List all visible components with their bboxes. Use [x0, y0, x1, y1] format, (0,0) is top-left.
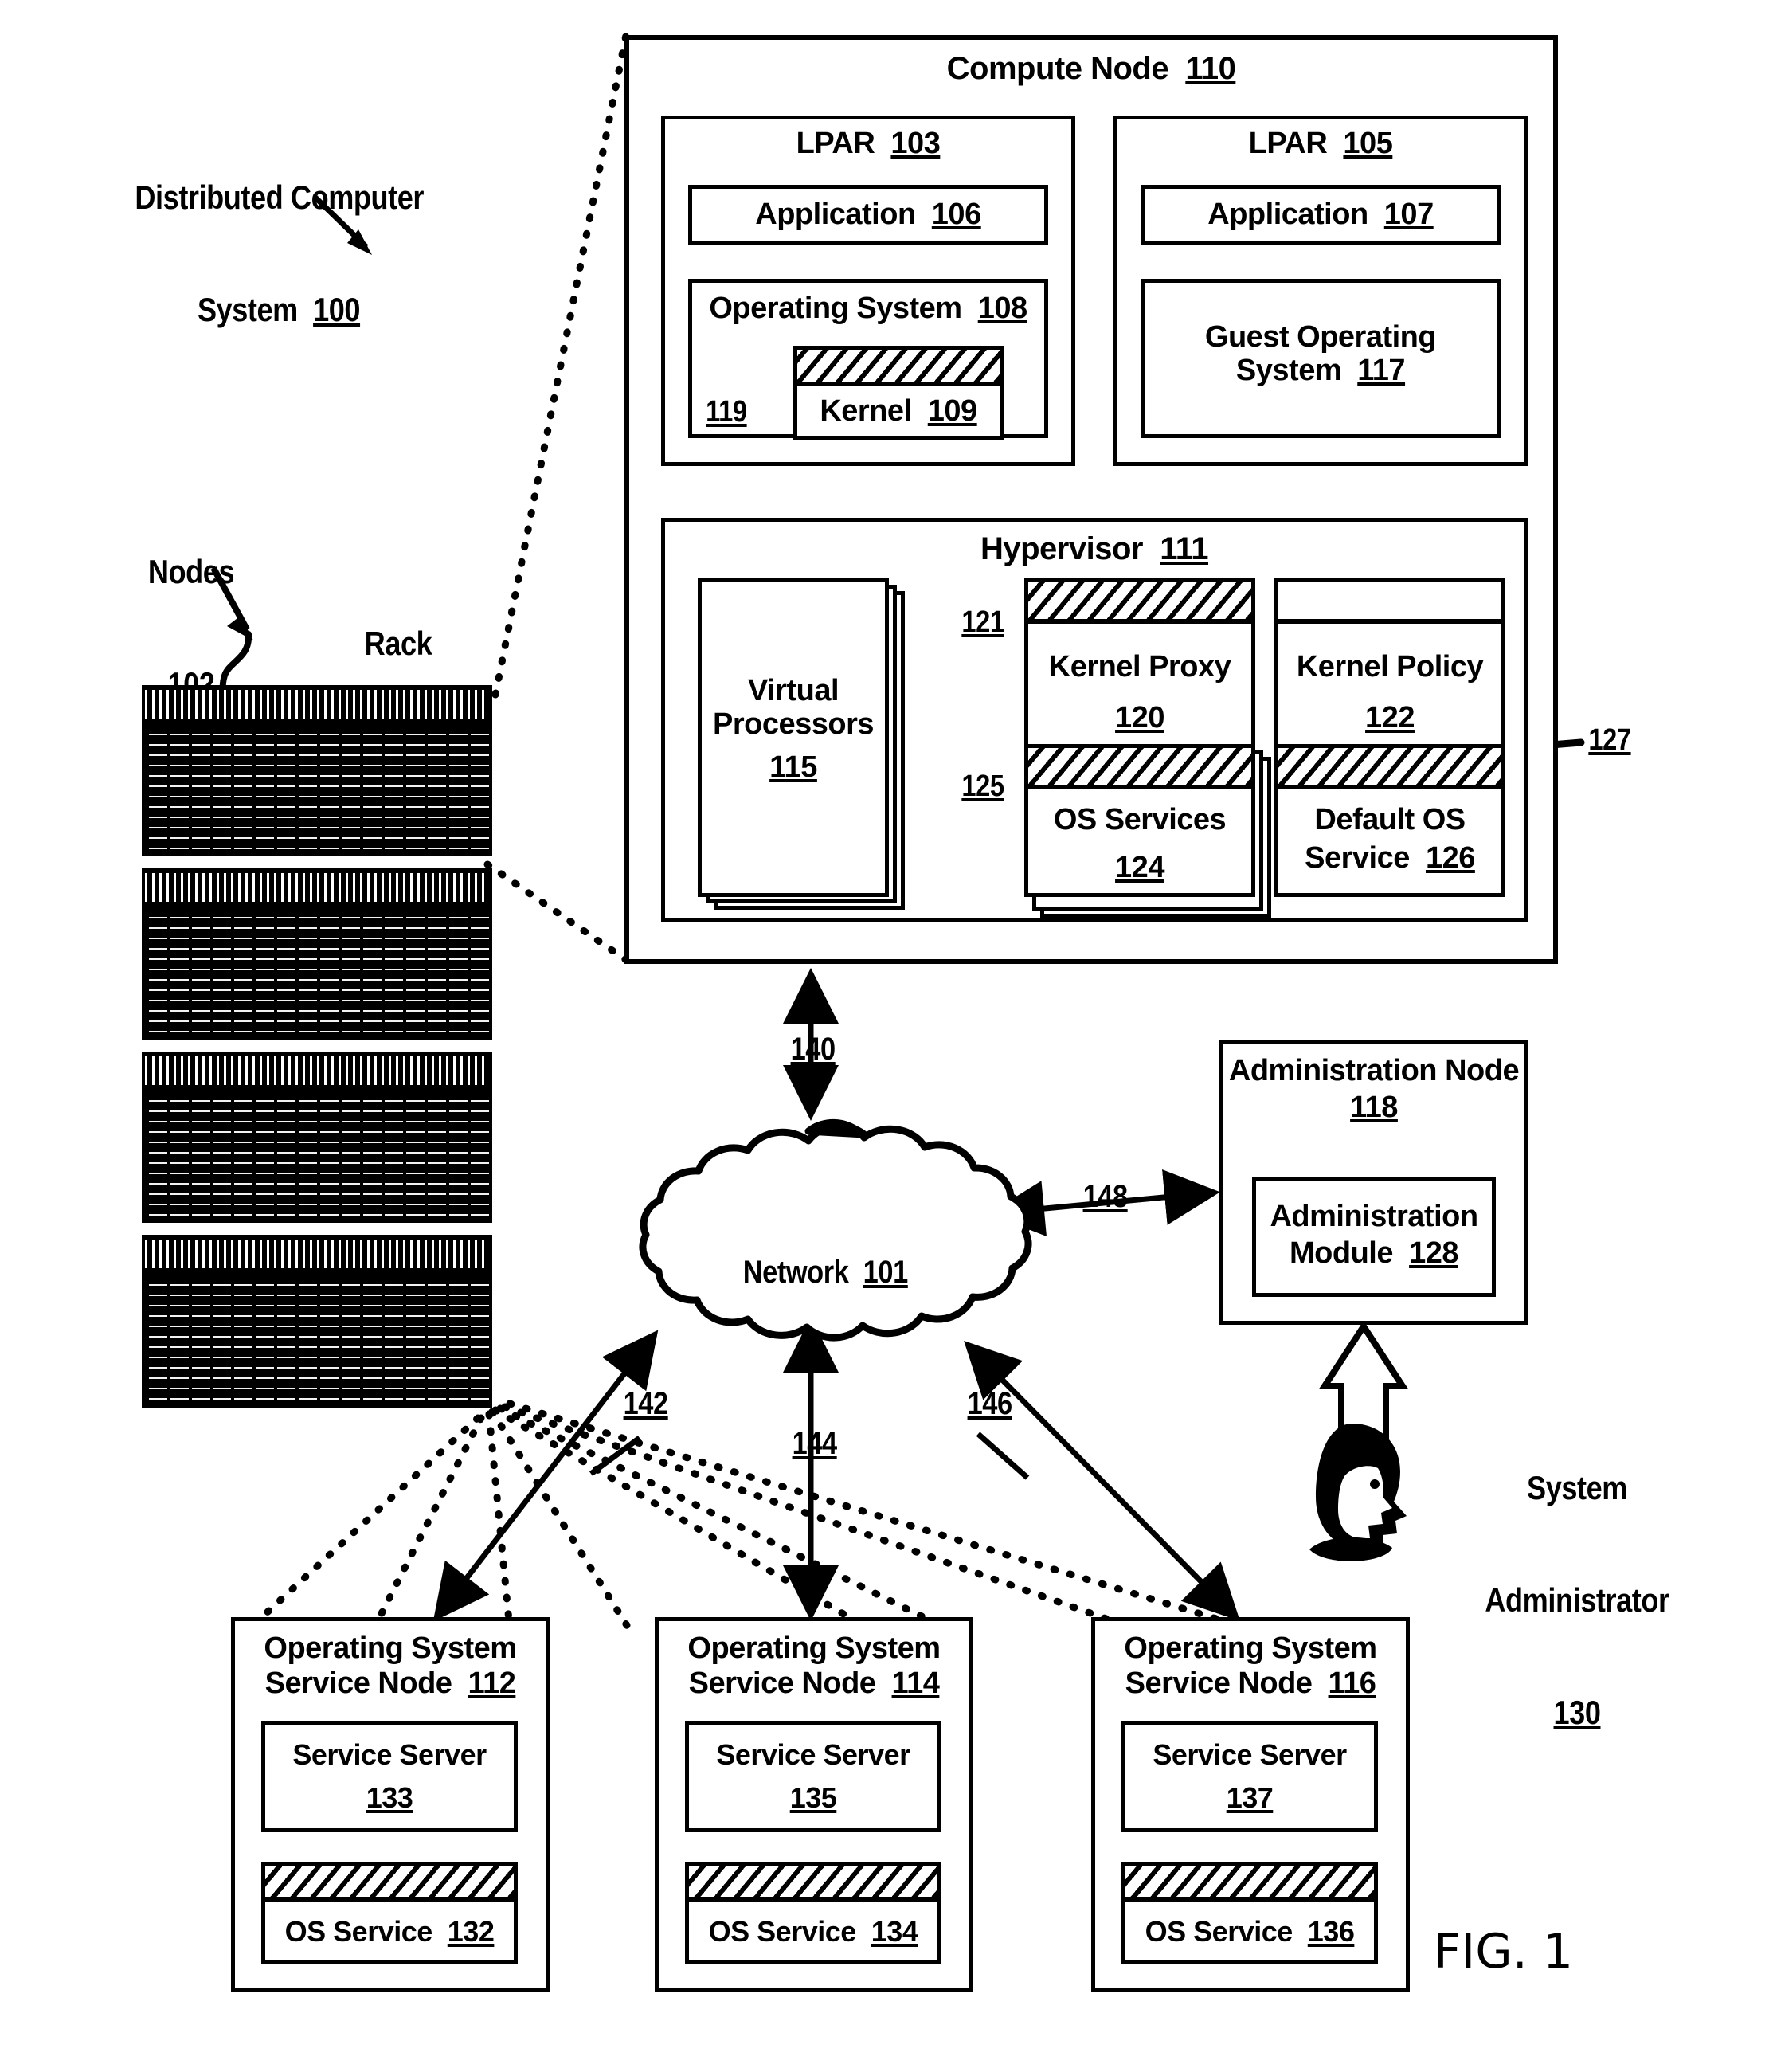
os-service-node-116-title: Operating System Service Node 116 [1124, 1631, 1377, 1700]
leader-146-tail [976, 1432, 1030, 1480]
callout-dotted-rack-to-compute-top [491, 31, 630, 699]
system-administrator-label: System Administrator 130 [1485, 1469, 1669, 1732]
link-label-140: 140 [790, 1032, 836, 1067]
application-106-label: Application 106 [755, 198, 981, 231]
link-label-144: 144 [792, 1426, 838, 1461]
link-label-142: 142 [623, 1386, 669, 1421]
default-os-service-126-box: Default OS Service 126 [1274, 785, 1505, 897]
os-service-136-hatch-bar [1121, 1862, 1378, 1901]
ref-125: 125 [961, 770, 1004, 803]
virtual-processors-115-label: Virtual Processors 115 [712, 674, 875, 784]
service-server-133-label: Service Server 133 [292, 1738, 487, 1814]
os-service-132-box: OS Service 132 [261, 1898, 518, 1964]
kernel-109-label: Kernel 109 [820, 394, 977, 428]
callout-dotted-fan-rack-to-service-nodes [249, 1400, 1254, 1637]
hollow-arrow-admin-to-node [1318, 1320, 1409, 1469]
application-106-box: Application 106 [688, 185, 1048, 245]
os-service-136-label: OS Service 136 [1145, 1915, 1355, 1948]
service-server-135-box: Service Server 135 [685, 1721, 941, 1832]
service-server-137-label: Service Server 137 [1153, 1738, 1347, 1814]
default-os-service-126-label: Default OS Service 126 [1305, 803, 1475, 875]
network-101-label: Network 101 [742, 1254, 909, 1290]
kernel-proxy-120-box: Kernel Proxy 120 [1024, 620, 1255, 754]
callout-dotted-rack-to-compute-bottom [483, 860, 630, 964]
service-server-133-box: Service Server 133 [261, 1721, 518, 1832]
lpar-103-title: LPAR 103 [796, 127, 941, 160]
ref-127: 127 [1588, 723, 1631, 757]
os-service-134-box: OS Service 134 [685, 1898, 941, 1964]
hypervisor-title: Hypervisor 111 [980, 531, 1209, 566]
ref-119: 119 [706, 395, 747, 429]
operating-system-108-label: Operating System 108 [709, 292, 1027, 325]
compute-node-title: Compute Node 110 [946, 51, 1236, 86]
guest-operating-system-117-box: Guest Operating System 117 [1141, 279, 1501, 438]
default-os-service-hatch-bar [1274, 744, 1505, 789]
os-service-134-hatch-bar [685, 1862, 941, 1901]
os-service-132-label: OS Service 132 [284, 1915, 495, 1948]
lpar-105-title: LPAR 105 [1248, 127, 1393, 160]
callout-system-100: Distributed Computer System 100 [135, 178, 425, 329]
kernel-proxy-hatch-bar [1024, 578, 1255, 623]
kernel-policy-header-bar [1274, 578, 1505, 623]
os-services-hatch-bar [1024, 744, 1255, 789]
os-service-136-box: OS Service 136 [1121, 1898, 1378, 1964]
virtual-processors-115-box: Virtual Processors 115 [698, 578, 889, 897]
kernel-policy-122-box: Kernel Policy 122 [1274, 620, 1505, 754]
link-label-146: 146 [967, 1386, 1013, 1421]
figure-label: FIG. 1 [1434, 1924, 1574, 1980]
server-rack-image [142, 685, 492, 1418]
kernel-proxy-120-label: Kernel Proxy 120 [1048, 650, 1231, 734]
administration-module-128-label: Administration Module 128 [1270, 1200, 1478, 1270]
kernel-policy-122-label: Kernel Policy 122 [1296, 650, 1484, 734]
service-server-135-label: Service Server 135 [716, 1738, 910, 1814]
application-107-label: Application 107 [1207, 198, 1434, 231]
figure-canvas: Distributed Computer System 100 Nodes 10… [0, 0, 1769, 2072]
leader-142-tail [589, 1436, 642, 1476]
os-services-124-label: OS Services 124 [1053, 803, 1227, 884]
os-service-node-112-title: Operating System Service Node 112 [264, 1631, 517, 1700]
os-services-124-box: OS Services 124 [1024, 785, 1255, 897]
administration-module-128-box: Administration Module 128 [1252, 1177, 1496, 1297]
os-service-132-hatch-bar [261, 1862, 518, 1901]
guest-operating-system-117-label: Guest Operating System 117 [1204, 320, 1437, 387]
kernel-109-box: Kernel 109 [793, 382, 1004, 440]
os-service-node-114-title: Operating System Service Node 114 [687, 1631, 941, 1700]
os-service-134-label: OS Service 134 [708, 1915, 918, 1948]
service-server-137-box: Service Server 137 [1121, 1721, 1378, 1832]
kernel-hatch-bar [793, 346, 1004, 386]
application-107-box: Application 107 [1141, 185, 1501, 245]
system-administrator-avatar [1309, 1424, 1407, 1561]
link-label-148: 148 [1082, 1179, 1129, 1214]
ref-121: 121 [961, 605, 1004, 639]
administration-node-title: Administration Node 118 [1228, 1054, 1520, 1124]
